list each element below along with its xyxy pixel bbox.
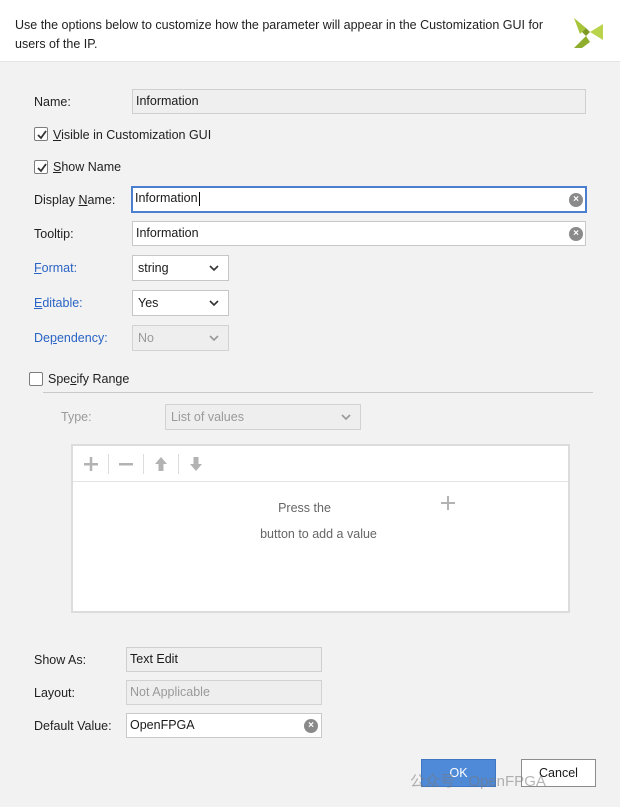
empty-hint-line2: button to add a value	[260, 527, 377, 541]
show-name-label[interactable]: Show Name	[53, 160, 121, 174]
empty-hint-line1: Press the	[278, 501, 331, 515]
chevron-down-icon	[209, 335, 219, 342]
show-name-checkbox[interactable]	[34, 160, 48, 174]
range-type-select: List of values	[165, 404, 361, 430]
dependency-select: No	[132, 325, 229, 351]
range-type-value: List of values	[171, 410, 244, 424]
name-field[interactable]: Information	[132, 89, 586, 114]
format-select-value: string	[138, 261, 169, 275]
editable-select[interactable]: Yes	[132, 290, 229, 316]
plus-icon	[84, 457, 98, 471]
display-name-input[interactable]: Information	[131, 186, 587, 213]
toolbar-separator	[143, 454, 144, 474]
clear-display-name-icon[interactable]: ×	[569, 193, 583, 207]
visible-in-gui-label[interactable]: Visible in Customization GUI	[53, 128, 211, 142]
format-label[interactable]: Format:	[34, 261, 77, 275]
show-as-label: Show As:	[34, 653, 87, 667]
name-label: Name:	[34, 95, 71, 109]
default-value-input[interactable]: OpenFPGA	[126, 713, 322, 738]
plus-icon	[441, 496, 455, 510]
xilinx-logo-icon	[574, 18, 603, 48]
tooltip-label: Tooltip:	[34, 227, 74, 241]
tooltip-input[interactable]: Information	[132, 221, 586, 246]
specify-range-checkbox[interactable]	[29, 372, 43, 386]
arrow-up-icon	[155, 457, 167, 471]
range-divider	[43, 392, 593, 393]
editable-label[interactable]: Editable:	[34, 296, 83, 310]
header-description: Use the options below to customize how t…	[15, 18, 544, 51]
toolbar-separator	[178, 454, 179, 474]
checkmark-icon	[37, 130, 47, 140]
chevron-down-icon	[341, 414, 351, 421]
values-list-panel: Press the button to add a value	[71, 444, 570, 613]
range-type-label: Type:	[61, 410, 92, 424]
arrow-down-icon	[190, 457, 202, 471]
values-list-toolbar	[73, 446, 568, 482]
clear-default-value-icon[interactable]: ×	[304, 719, 318, 733]
layout-label: Layout:	[34, 686, 76, 700]
clear-tooltip-icon[interactable]: ×	[569, 227, 583, 241]
format-select[interactable]: string	[132, 255, 229, 281]
chevron-down-icon	[209, 300, 219, 307]
dialog-header: Use the options below to customize how t…	[0, 0, 620, 62]
layout-field: Not Applicable	[126, 680, 322, 705]
dependency-select-value: No	[138, 331, 154, 345]
specify-range-label[interactable]: Specify Range	[48, 372, 129, 386]
checkmark-icon	[37, 163, 47, 173]
minus-icon	[119, 463, 133, 466]
display-name-label: Display Name:	[34, 193, 116, 207]
show-as-field: Text Edit	[126, 647, 322, 672]
default-value-label: Default Value:	[34, 719, 112, 733]
editable-select-value: Yes	[138, 296, 159, 310]
toolbar-separator	[108, 454, 109, 474]
watermark-text: 公众号 · OpenFPGA	[410, 773, 546, 790]
dependency-label[interactable]: Dependency:	[34, 331, 108, 345]
chevron-down-icon	[209, 265, 219, 272]
visible-in-gui-checkbox[interactable]	[34, 127, 48, 141]
